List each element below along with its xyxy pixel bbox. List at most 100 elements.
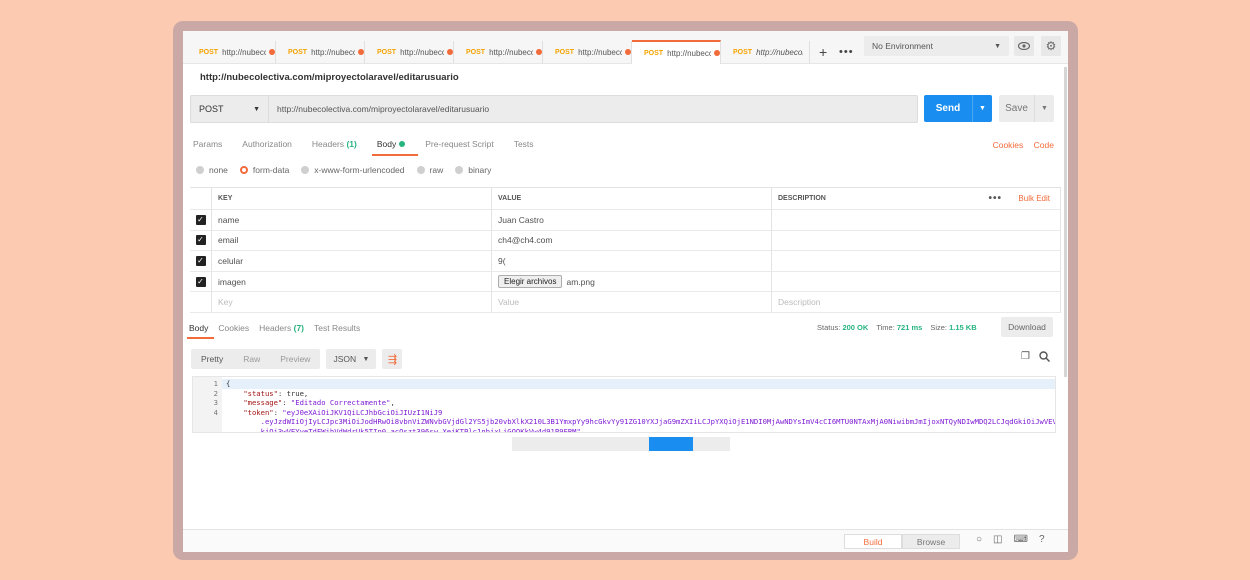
send-button[interactable]: Send ▼ (924, 95, 992, 122)
row-checkbox[interactable]: ✓ (195, 255, 206, 266)
tab-body[interactable]: Body (377, 139, 406, 149)
time-value: 721 ms (896, 323, 923, 332)
row-check-cell: ✓ (190, 272, 211, 292)
row-checkbox[interactable]: ✓ (195, 235, 206, 246)
url-input[interactable]: http://nubecolectiva.com/miproyectolarav… (277, 104, 489, 114)
request-tab[interactable]: POSThttp://nubecolec (721, 41, 810, 63)
build-button[interactable]: Build (844, 534, 902, 549)
status-stat: Status: 200 OK (817, 323, 868, 332)
gear-icon[interactable]: ⚙ (1041, 36, 1061, 56)
table-row-empty: Key Value Description (190, 292, 1061, 313)
keyboard-icon[interactable]: ⌨ (1014, 534, 1028, 545)
line-number: 4 (213, 407, 218, 417)
unsaved-dot (269, 49, 275, 55)
row-description[interactable] (771, 210, 1061, 230)
response-code-viewer[interactable]: 1 {2 "status": true, 3 "message": "Editado… (192, 376, 1056, 433)
radio-binary[interactable]: binary (455, 165, 491, 175)
response-actions: ❐ (1021, 351, 1050, 365)
save-dropdown-icon[interactable]: ▼ (1034, 95, 1054, 122)
resp-tab-headers[interactable]: Headers (7) (259, 323, 304, 333)
form-data-table: KEY VALUE DESCRIPTION ••• Bulk Edit ✓ na… (190, 187, 1061, 313)
value-placeholder[interactable]: Value (491, 292, 771, 312)
copy-icon[interactable]: ❐ (1021, 351, 1030, 365)
choose-file-button[interactable]: Elegir archivos (498, 275, 563, 289)
radio-none[interactable]: none (196, 165, 228, 175)
preview-button[interactable]: Preview (270, 354, 320, 364)
new-tab-plus-icon[interactable]: + (819, 45, 827, 59)
more-options-icon[interactable]: ••• (988, 193, 1002, 204)
cookies-link[interactable]: Cookies (993, 140, 1024, 150)
row-key[interactable]: imagen (211, 271, 491, 292)
scrollbar-thumb[interactable] (649, 437, 693, 451)
tab-authorization[interactable]: Authorization (242, 139, 292, 149)
radio-form-data[interactable]: form-data (239, 165, 289, 175)
environment-select[interactable]: No Environment ▼ (864, 36, 1009, 56)
unsaved-dot (536, 49, 542, 55)
code-link[interactable]: Code (1034, 140, 1054, 150)
resp-tab-body[interactable]: Body (189, 323, 208, 333)
row-key[interactable]: email (211, 230, 491, 251)
vertical-scrollbar[interactable] (1064, 67, 1067, 377)
headers-count: (1) (346, 139, 357, 149)
tab-headers[interactable]: Headers (1) (312, 139, 357, 149)
row-check-cell: ✓ (190, 210, 211, 230)
status-label: Status: (817, 323, 841, 332)
two-pane-icon[interactable]: ◫ (993, 534, 1002, 545)
tab-params[interactable]: Params (193, 139, 222, 149)
eye-icon[interactable] (1014, 36, 1034, 56)
resp-tab-test-results[interactable]: Test Results (314, 323, 360, 333)
request-tab[interactable]: POST http://nubecc (543, 41, 632, 63)
status-value: 200 OK (842, 323, 869, 332)
browse-button[interactable]: Browse (902, 534, 960, 549)
row-checkbox[interactable]: ✓ (195, 214, 206, 225)
row-value[interactable]: Juan Castro (491, 210, 771, 230)
row-value[interactable]: 9( (491, 251, 771, 271)
search-icon[interactable] (1039, 351, 1050, 365)
request-tab[interactable]: POSThttp://nubecolec (454, 41, 543, 63)
lightbulb-icon[interactable]: ○ (976, 534, 982, 545)
request-tab[interactable]: POST http://nubecc (632, 40, 721, 64)
tab-url: http://nubecolec (756, 47, 803, 57)
more-tabs-icon[interactable]: ••• (839, 45, 854, 59)
send-dropdown-icon[interactable]: ▼ (972, 95, 992, 122)
chevron-down-icon: ▼ (994, 42, 1001, 50)
chevron-down-icon: ▼ (253, 105, 260, 113)
format-select[interactable]: JSON ▼ (326, 349, 377, 369)
raw-button[interactable]: Raw (233, 354, 270, 364)
pretty-button[interactable]: Pretty (191, 354, 233, 364)
tab-method: POST (555, 48, 575, 56)
resp-tab-cookies[interactable]: Cookies (218, 323, 249, 333)
request-tab[interactable]: POST http://nubecc (365, 41, 454, 63)
horizontal-scrollbar[interactable] (512, 437, 730, 451)
row-key[interactable]: name (211, 210, 491, 230)
radio-urlencoded[interactable]: x-www-form-urlencoded (301, 165, 405, 175)
method-select[interactable]: POST ▼ (191, 96, 269, 122)
row-checkbox[interactable]: ✓ (195, 276, 206, 287)
request-tab[interactable]: POST http://nubecc (276, 41, 365, 63)
tab-url: http://nubecc (222, 47, 267, 57)
tab-prerequest-script[interactable]: Pre-request Script (425, 139, 494, 149)
row-description[interactable] (771, 230, 1061, 251)
tab-tests[interactable]: Tests (514, 139, 534, 149)
radio-raw[interactable]: raw (416, 165, 443, 175)
row-key[interactable]: celular (211, 251, 491, 271)
request-tab[interactable]: POST http://nubecc (187, 41, 276, 63)
key-placeholder[interactable]: Key (211, 292, 491, 312)
help-icon[interactable]: ? (1039, 534, 1045, 545)
bulk-edit-link[interactable]: Bulk Edit (1018, 194, 1050, 203)
row-description[interactable] (771, 271, 1061, 292)
header-description: DESCRIPTION ••• Bulk Edit (771, 188, 1061, 209)
row-description[interactable] (771, 251, 1061, 271)
row-value[interactable]: ch4@ch4.com (491, 230, 771, 251)
description-placeholder[interactable]: Description (771, 292, 1061, 312)
tab-url: http://nubecolec (489, 47, 533, 57)
tab-url: http://nubecc (400, 47, 445, 57)
save-button[interactable]: Save ▼ (999, 95, 1054, 122)
wrap-lines-icon[interactable]: ⇶ (382, 349, 403, 369)
radio-circle-selected (239, 166, 248, 174)
radio-urlencoded-label: x-www-form-urlencoded (314, 165, 405, 175)
line-number: 2 (213, 388, 218, 398)
download-button[interactable]: Download (1001, 317, 1053, 337)
tab-method: POST (466, 48, 486, 56)
tab-method: POST (199, 48, 219, 56)
